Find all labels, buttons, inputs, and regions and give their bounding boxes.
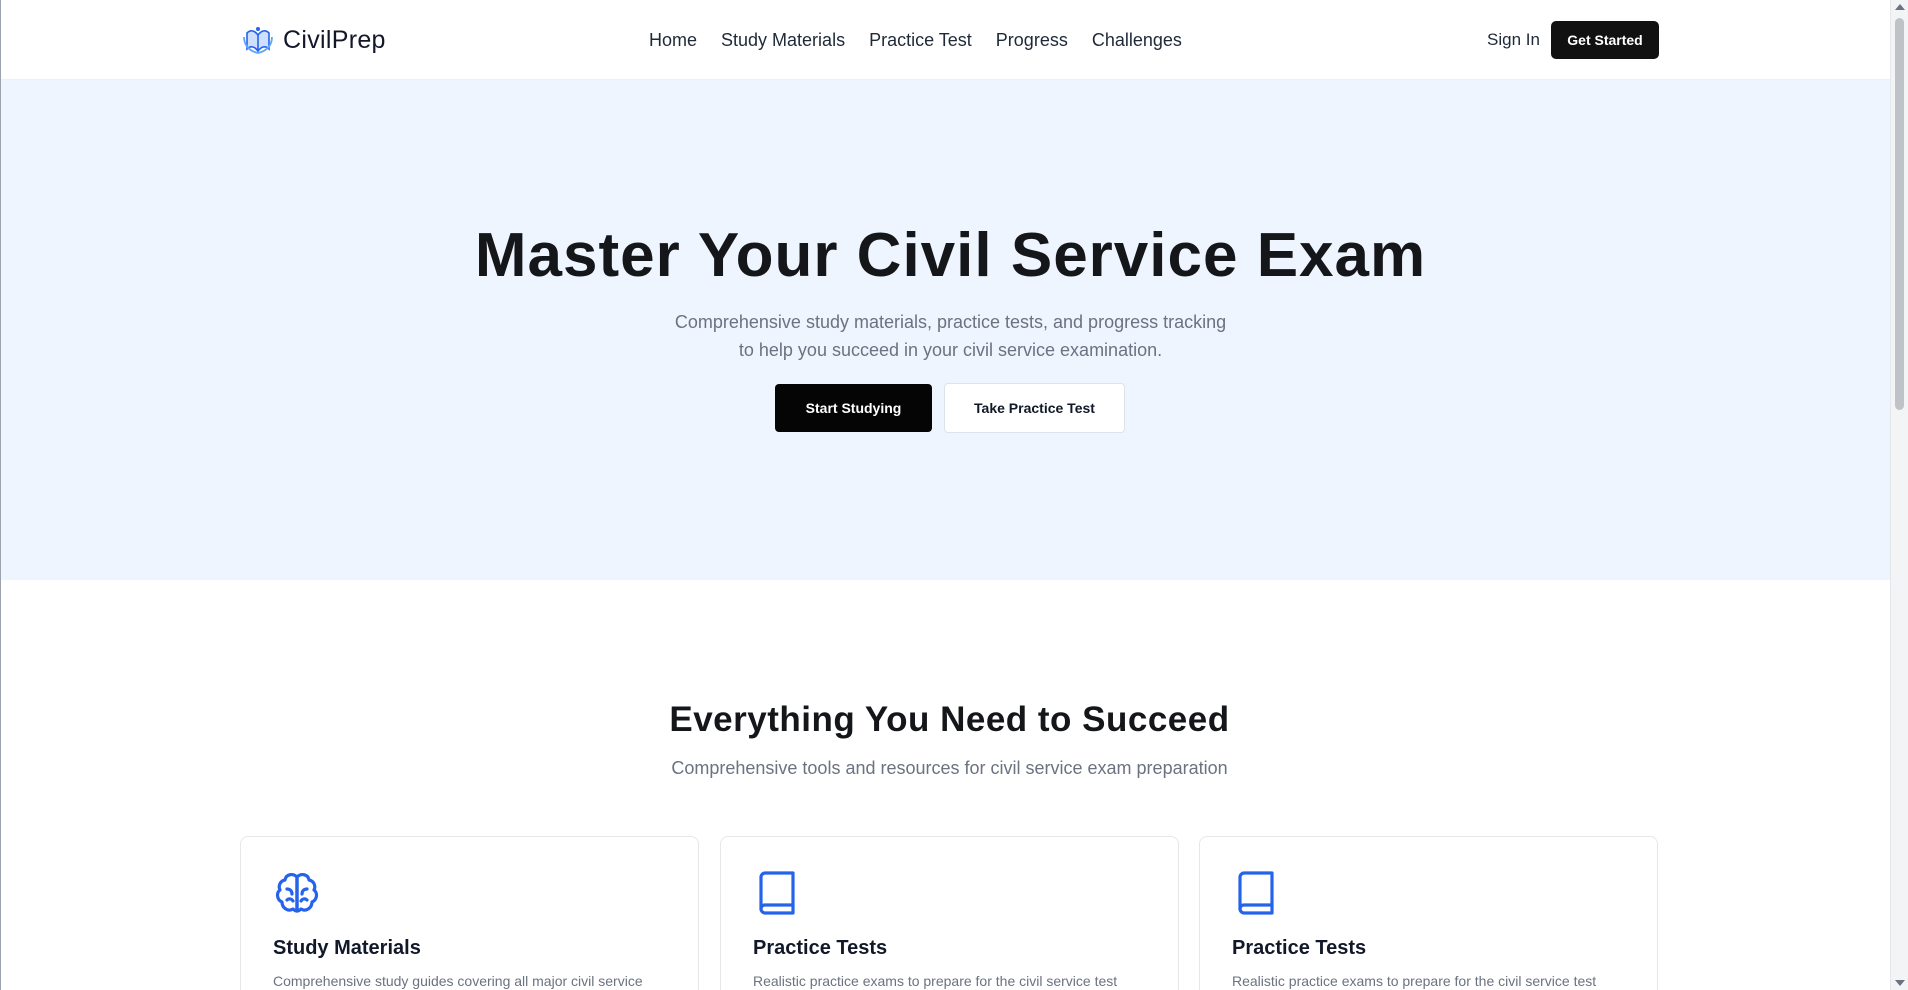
hero-title: Master Your Civil Service Exam xyxy=(474,221,1427,290)
hero-subtitle-line-1: Comprehensive study materials, practice … xyxy=(674,312,1227,332)
sign-in-link[interactable]: Sign In xyxy=(1487,26,1540,54)
hero-buttons: Start Studying Take Practice Test xyxy=(775,383,1125,433)
feature-card-practice-tests[interactable]: Practice Tests Realistic practice exams … xyxy=(720,836,1179,990)
feature-card-study-materials[interactable]: Study Materials Comprehensive study guid… xyxy=(240,836,699,990)
features-subtitle: Comprehensive tools and resources for ci… xyxy=(671,758,1228,778)
brain-icon xyxy=(275,873,319,913)
nav-home[interactable]: Home xyxy=(649,26,697,54)
hero-section: Master Your Civil Service Exam Comprehen… xyxy=(1,80,1890,580)
feature-card-practice-tests-2[interactable]: Practice Tests Realistic practice exams … xyxy=(1199,836,1658,990)
logo-text: CivilPrep xyxy=(283,25,386,54)
book-logo-icon xyxy=(243,27,273,54)
card-title: Practice Tests xyxy=(753,937,888,959)
nav-progress[interactable]: Progress xyxy=(996,26,1068,54)
scrollbar-thumb[interactable] xyxy=(1895,18,1904,410)
take-practice-test-button[interactable]: Take Practice Test xyxy=(944,383,1125,433)
card-title: Practice Tests xyxy=(1232,937,1367,959)
nav-challenges[interactable]: Challenges xyxy=(1092,26,1182,54)
features-title: Everything You Need to Succeed xyxy=(669,700,1230,739)
card-title: Study Materials xyxy=(273,937,421,959)
vertical-scrollbar[interactable] xyxy=(1890,0,1908,990)
logo[interactable]: CivilPrep xyxy=(241,22,386,58)
card-description: Realistic practice exams to prepare for … xyxy=(1232,973,1597,989)
hero-subtitle-line-2: to help you succeed in your civil servic… xyxy=(738,340,1163,360)
scroll-down-arrow-icon[interactable] xyxy=(1895,980,1905,986)
nav-study-materials[interactable]: Study Materials xyxy=(721,26,845,54)
start-studying-button[interactable]: Start Studying xyxy=(775,384,932,432)
book-icon xyxy=(759,871,795,915)
card-description: Comprehensive study guides covering all … xyxy=(273,973,643,989)
main-nav: Home Study Materials Practice Test Progr… xyxy=(649,26,1182,54)
book-icon xyxy=(1238,871,1274,915)
scroll-up-arrow-icon[interactable] xyxy=(1895,4,1905,10)
hero-subtitle: Comprehensive study materials, practice … xyxy=(1,308,1900,364)
get-started-button[interactable]: Get Started xyxy=(1551,21,1659,59)
nav-practice-test[interactable]: Practice Test xyxy=(869,26,972,54)
card-description: Realistic practice exams to prepare for … xyxy=(753,973,1118,989)
site-header: CivilPrep Home Study Materials Practice … xyxy=(1,0,1890,80)
